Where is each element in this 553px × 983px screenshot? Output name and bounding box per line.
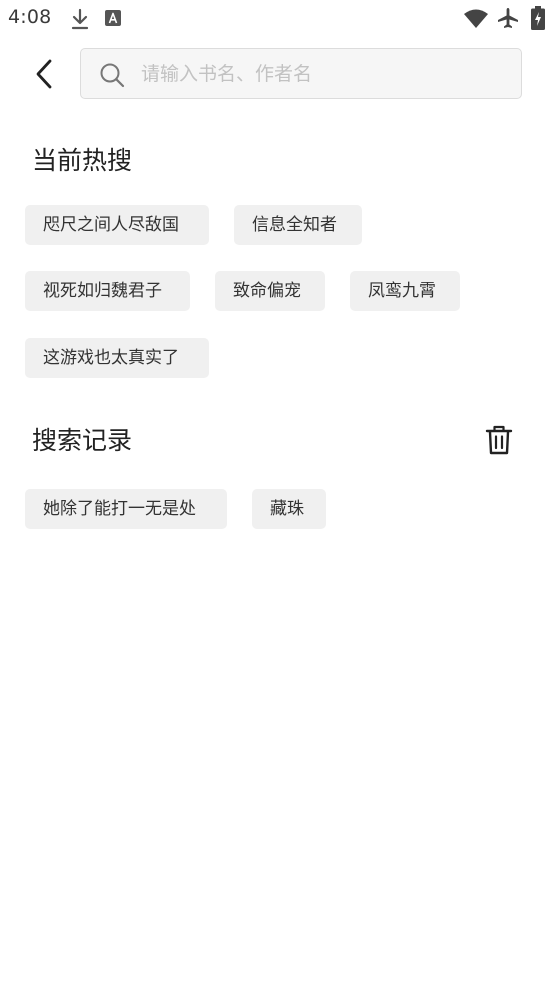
battery-icon — [531, 6, 545, 30]
download-icon — [71, 8, 89, 30]
hot-search-tag[interactable]: 凤鸾九霄 — [350, 271, 460, 311]
search-history-title: 搜索记录 — [32, 426, 133, 455]
search-header — [0, 38, 553, 110]
hot-search-tag[interactable]: 视死如归魏君子 — [25, 271, 190, 311]
hot-search-title: 当前热搜 — [32, 146, 133, 175]
status-bar: 4:08 — [0, 0, 553, 38]
search-input[interactable] — [141, 49, 511, 98]
hot-search-tag[interactable]: 这游戏也太真实了 — [25, 338, 209, 378]
clear-history-button[interactable] — [482, 422, 516, 458]
back-button[interactable] — [22, 52, 66, 96]
chevron-left-icon — [36, 59, 52, 89]
hot-search-tag[interactable]: 致命偏宠 — [215, 271, 325, 311]
wifi-icon — [464, 9, 488, 28]
status-time: 4:08 — [8, 6, 52, 28]
trash-icon — [485, 425, 513, 455]
history-tag[interactable]: 藏珠 — [252, 489, 326, 529]
search-box[interactable] — [80, 48, 522, 99]
hot-search-tag[interactable]: 信息全知者 — [234, 205, 362, 245]
search-icon — [100, 63, 125, 88]
history-tag[interactable]: 她除了能打一无是处 — [25, 489, 227, 529]
airplane-icon — [498, 8, 518, 28]
a-text-icon — [105, 10, 121, 26]
hot-search-tag[interactable]: 咫尺之间人尽敌国 — [25, 205, 209, 245]
